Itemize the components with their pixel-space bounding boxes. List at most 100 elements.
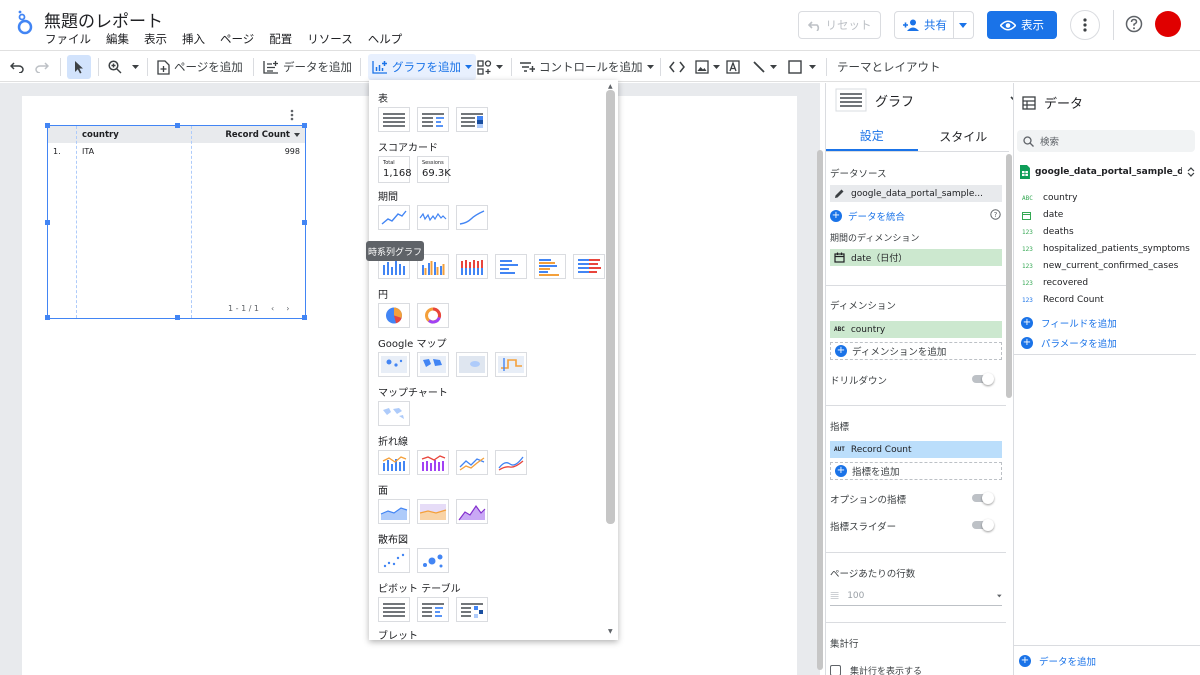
column-header-record-count[interactable]: Record Count [192, 126, 305, 143]
dimension-chip[interactable]: ABC country [830, 321, 1002, 338]
metric-slider-toggle[interactable] [972, 519, 994, 531]
menu-view[interactable]: 表示 [144, 31, 167, 47]
chart-type-line-map[interactable] [495, 352, 527, 377]
drilldown-toggle[interactable] [972, 373, 994, 385]
chart-type-area[interactable] [378, 499, 410, 524]
resize-handle[interactable] [175, 123, 180, 128]
add-field-link[interactable]: + フィールドを追加 [1021, 316, 1117, 330]
chart-type-time-series[interactable] [378, 205, 410, 230]
embed-code-icon[interactable] [669, 56, 685, 78]
pager-prev-icon[interactable]: ‹ [271, 304, 274, 313]
chart-type-smoothed-line[interactable] [495, 450, 527, 475]
column-header-country[interactable]: country [77, 126, 192, 143]
resize-handle[interactable] [302, 123, 307, 128]
show-summary-row-checkbox[interactable]: 集計行を表示する [830, 664, 922, 675]
chart-type-table-bars[interactable] [417, 107, 449, 132]
menu-resource[interactable]: リソース [307, 31, 352, 47]
chart-type-grouped-bar[interactable] [534, 254, 566, 279]
resize-handle[interactable] [45, 315, 50, 320]
chart-type-pivot-table[interactable] [378, 597, 410, 622]
help-icon[interactable]: ? [990, 209, 1001, 220]
add-dimension-button[interactable]: + ディメンションを追加 [830, 342, 1002, 360]
field-search-input[interactable]: 検索 [1017, 130, 1195, 152]
chart-type-bubble-map[interactable] [378, 352, 410, 377]
user-avatar[interactable] [1155, 11, 1181, 37]
scroll-down-icon[interactable]: ▼ [608, 628, 613, 635]
text-box-icon[interactable] [726, 56, 740, 78]
field-item[interactable]: 123 hospitalized_patients_symptoms [1022, 244, 1190, 254]
resize-handle[interactable] [45, 123, 50, 128]
help-icon[interactable] [1125, 15, 1143, 33]
field-item[interactable]: 123 Record Count [1022, 295, 1104, 305]
shape-menu[interactable] [788, 56, 816, 78]
community-viz-menu[interactable] [477, 56, 503, 78]
report-title[interactable]: 無題のレポート [44, 7, 163, 32]
chart-type-sparkline[interactable] [417, 205, 449, 230]
share-button[interactable]: 共有 [894, 11, 974, 39]
line-menu[interactable] [752, 56, 777, 78]
view-button[interactable]: 表示 [987, 11, 1057, 39]
rows-per-page-select[interactable]: 100 [830, 586, 1002, 606]
chart-type-pivot-table-bars[interactable] [417, 597, 449, 622]
redo-icon[interactable] [35, 56, 49, 78]
date-range-dimension-chip[interactable]: date（日付） [830, 249, 1002, 266]
chart-type-combo[interactable] [378, 450, 410, 475]
reset-button[interactable]: リセット [798, 11, 881, 39]
checkbox-icon[interactable] [830, 665, 841, 675]
collapse-icon[interactable] [1187, 167, 1195, 177]
canvas-scrollbar[interactable] [817, 150, 823, 670]
scroll-up-icon[interactable]: ▲ [608, 83, 613, 90]
resize-handle[interactable] [302, 315, 307, 320]
resize-handle[interactable] [45, 220, 50, 225]
pencil-icon[interactable] [834, 188, 845, 199]
chart-type-bar[interactable] [495, 254, 527, 279]
add-metric-button[interactable]: + 指標を追加 [830, 462, 1002, 480]
field-item[interactable]: date [1022, 210, 1063, 220]
add-parameter-link[interactable]: + パラメータを追加 [1021, 336, 1117, 350]
optional-metrics-toggle[interactable] [972, 492, 994, 504]
image-menu[interactable] [695, 56, 720, 78]
chart-type-percent-area[interactable] [456, 499, 488, 524]
looker-studio-logo-icon[interactable] [14, 10, 36, 36]
menu-arrange[interactable]: 配置 [269, 31, 292, 47]
blend-data-link[interactable]: + データを統合 [830, 209, 905, 223]
tab-style[interactable]: スタイル [918, 122, 1010, 151]
menu-scrollbar[interactable] [606, 90, 615, 524]
add-control-button[interactable]: コントロールを追加 [519, 56, 654, 78]
menu-insert[interactable]: 挿入 [182, 31, 205, 47]
chart-type-line[interactable] [456, 450, 488, 475]
chart-type-table-heatmap[interactable] [456, 107, 488, 132]
chart-type-stacked-area[interactable] [417, 499, 449, 524]
more-options-icon[interactable] [1070, 10, 1100, 40]
undo-icon[interactable] [10, 56, 24, 78]
pager-next-icon[interactable]: › [286, 304, 289, 313]
table-chart[interactable]: country Record Count 1. ITA 998 1 - 1 / … [45, 109, 307, 320]
data-source-header[interactable]: google_data_portal_sample_data - ... [1020, 165, 1195, 179]
chart-type-stacked-bar[interactable] [573, 254, 605, 279]
field-item[interactable]: 123 new_current_confirmed_cases [1022, 261, 1178, 271]
chart-type-table[interactable] [378, 107, 410, 132]
add-data-button[interactable]: データを追加 [263, 56, 352, 78]
chart-type-heat-map[interactable] [456, 352, 488, 377]
menu-edit[interactable]: 編集 [106, 31, 129, 47]
menu-page[interactable]: ページ [220, 31, 254, 47]
field-item[interactable]: 123 recovered [1022, 278, 1088, 288]
properties-header[interactable]: グラフ [835, 88, 1022, 112]
chart-more-options-icon[interactable] [290, 109, 294, 121]
metric-chip[interactable]: AUT Record Count [830, 441, 1002, 458]
chart-type-stacked-combo[interactable] [417, 450, 449, 475]
select-cursor-icon[interactable] [67, 55, 91, 79]
add-page-button[interactable]: ページを追加 [157, 56, 243, 78]
add-data-link[interactable]: + データを追加 [1019, 654, 1096, 668]
chart-type-scatter[interactable] [378, 548, 410, 573]
chart-type-scorecard-compact[interactable]: Sessions 69.3K [417, 156, 451, 183]
chart-type-filled-map[interactable] [417, 352, 449, 377]
chart-type-geo-chart[interactable] [378, 401, 410, 426]
field-item[interactable]: 123 deaths [1022, 227, 1074, 237]
menu-file[interactable]: ファイル [45, 31, 91, 47]
chart-type-pie[interactable] [378, 303, 410, 328]
zoom-menu[interactable] [108, 56, 139, 78]
chart-type-scorecard[interactable]: Total 1,168 [378, 156, 412, 183]
chart-type-donut[interactable] [417, 303, 449, 328]
chart-type-smoothed-time-series[interactable] [456, 205, 488, 230]
